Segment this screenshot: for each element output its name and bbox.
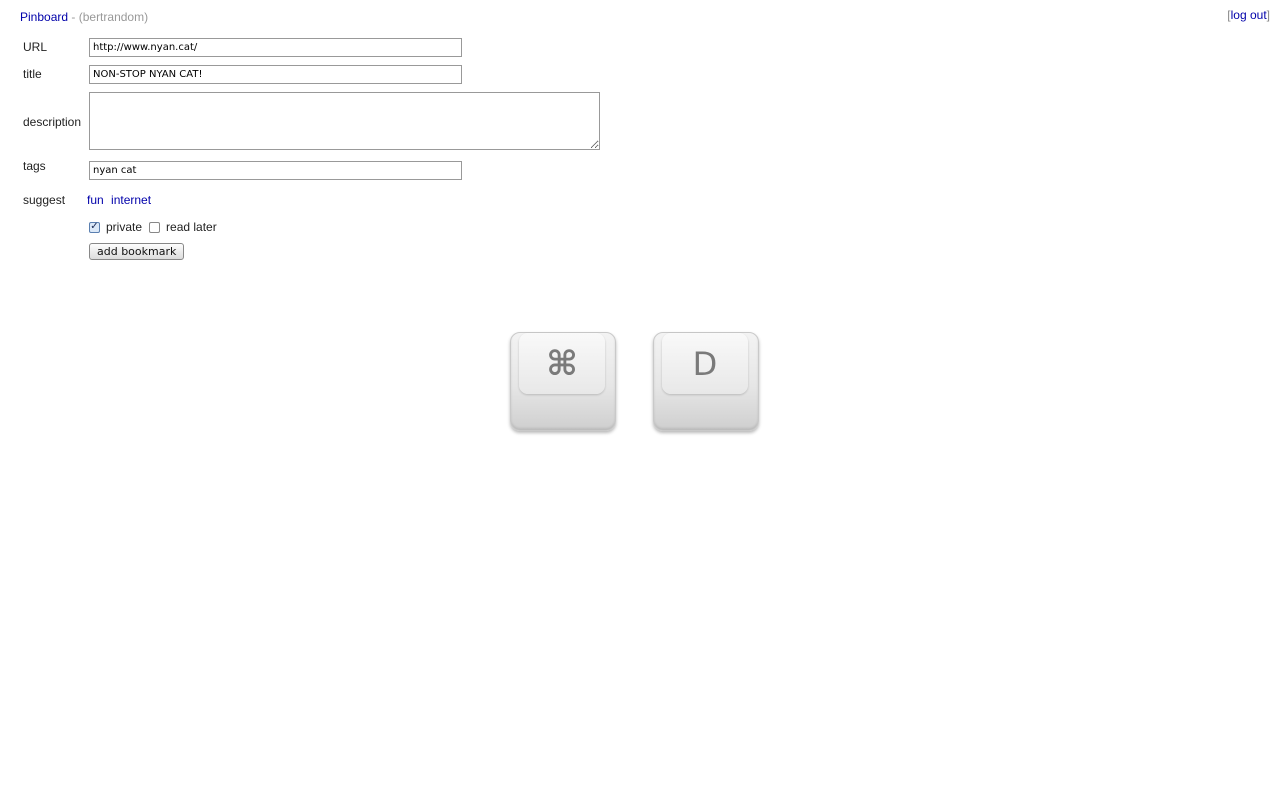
options-row: ✓ private read later — [89, 220, 224, 234]
suggest-tag-internet[interactable]: internet — [111, 193, 151, 207]
title-label: title — [23, 67, 42, 81]
logout-bracket-close: ] — [1266, 8, 1270, 22]
title-input[interactable] — [89, 65, 462, 84]
pinboard-home-link[interactable]: Pinboard — [20, 10, 68, 24]
private-checkbox[interactable]: ✓ — [89, 221, 100, 233]
tags-input[interactable] — [89, 161, 462, 180]
suggest-label: suggest — [23, 193, 66, 207]
read-later-label: read later — [166, 220, 217, 234]
suggest-tags: fun internet — [87, 193, 155, 207]
keyboard-shortcut-hint: ⌘ D — [510, 332, 770, 432]
logout-link[interactable]: log out — [1231, 8, 1267, 22]
header-separator: - — [68, 10, 79, 24]
description-label: description — [23, 115, 82, 129]
header: Pinboard - (bertrandom) — [20, 10, 148, 24]
suggest-tag-fun[interactable]: fun — [87, 193, 104, 207]
add-bookmark-button[interactable]: add bookmark — [89, 243, 185, 260]
read-later-checkbox[interactable] — [149, 221, 161, 233]
url-label: URL — [23, 40, 48, 54]
command-glyph: ⌘ — [546, 343, 578, 384]
tags-label: tags — [23, 159, 46, 173]
d-key-icon: D — [653, 332, 759, 431]
url-input[interactable] — [89, 38, 462, 57]
d-glyph: D — [692, 344, 718, 383]
username: (bertrandom) — [78, 10, 149, 24]
private-label: private — [106, 220, 143, 234]
checkmark-icon: ✓ — [90, 221, 99, 232]
description-textarea[interactable] — [89, 92, 600, 150]
command-key-icon: ⌘ — [510, 332, 616, 431]
logout-area: [log out] — [1227, 8, 1270, 22]
